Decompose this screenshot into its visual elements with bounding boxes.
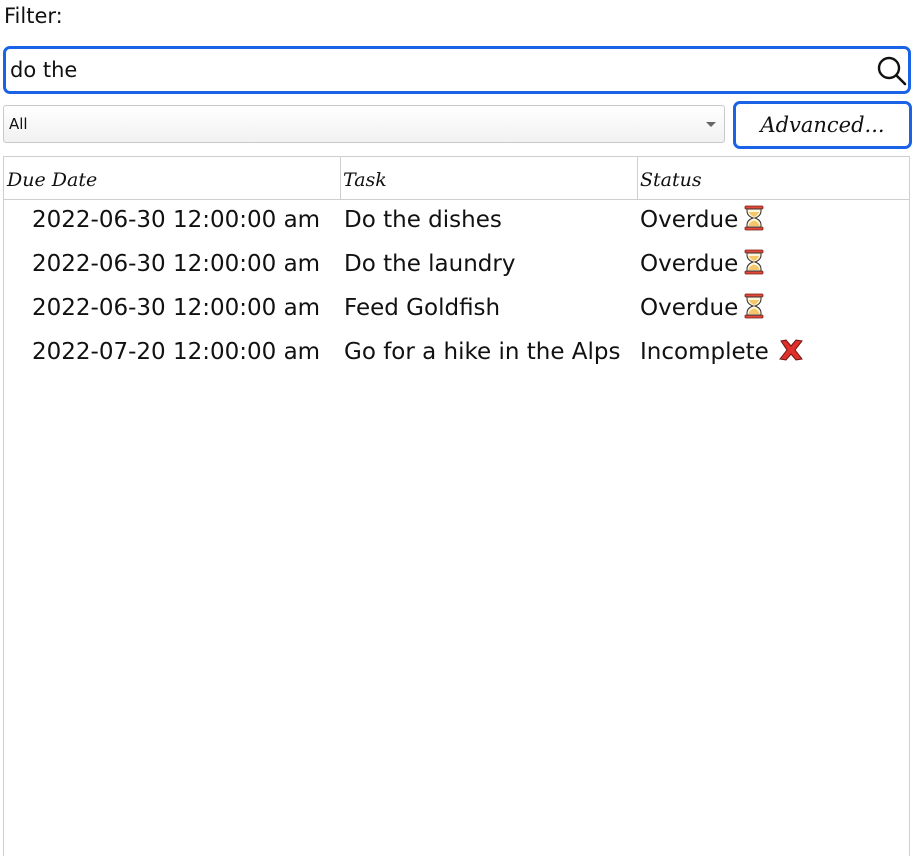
hourglass-icon	[744, 293, 764, 318]
hourglass-icon	[744, 205, 764, 230]
filter-label: Filter:	[4, 4, 63, 28]
status-cell: Overdue	[640, 287, 908, 331]
search-icon[interactable]	[876, 55, 908, 87]
status-text: Incomplete	[640, 339, 769, 365]
status-cell: Overdue	[640, 199, 908, 243]
status-text: Overdue	[640, 207, 739, 233]
table-row[interactable]: 2022-06-30 12:00:00 am Feed Goldfish Ove…	[4, 287, 909, 331]
task-cell: Do the dishes	[344, 207, 502, 233]
category-dropdown[interactable]: All	[3, 105, 725, 143]
advanced-button[interactable]: Advanced...	[733, 101, 912, 149]
due-date-cell: 2022-06-30 12:00:00 am	[32, 251, 321, 277]
table-header: Due Date Task Status	[4, 157, 909, 200]
status-text: Overdue	[640, 295, 739, 321]
table-row[interactable]: 2022-07-20 12:00:00 am Go for a hike in …	[4, 331, 909, 375]
dropdown-selected-value: All	[9, 115, 28, 133]
column-header-task[interactable]: Task	[340, 157, 637, 199]
status-cell: Incomplete	[640, 331, 908, 375]
task-cell: Go for a hike in the Alps	[344, 339, 621, 365]
task-cell: Do the laundry	[344, 251, 516, 277]
status-cell: Overdue	[640, 243, 908, 287]
tasks-table: Due Date Task Status 2022-06-30 12:00:00…	[3, 156, 910, 856]
due-date-cell: 2022-06-30 12:00:00 am	[32, 295, 321, 321]
column-header-due-date[interactable]: Due Date	[4, 157, 340, 199]
cross-mark-icon	[778, 338, 803, 361]
search-box[interactable]	[3, 46, 911, 94]
hourglass-icon	[744, 249, 764, 274]
task-cell: Feed Goldfish	[344, 295, 501, 321]
column-header-status[interactable]: Status	[637, 157, 909, 199]
search-input[interactable]	[10, 49, 870, 91]
chevron-down-icon	[706, 122, 716, 127]
due-date-cell: 2022-07-20 12:00:00 am	[32, 339, 321, 365]
table-row[interactable]: 2022-06-30 12:00:00 am Do the laundry Ov…	[4, 243, 909, 287]
due-date-cell: 2022-06-30 12:00:00 am	[32, 207, 321, 233]
table-row[interactable]: 2022-06-30 12:00:00 am Do the dishes Ove…	[4, 199, 909, 243]
status-text: Overdue	[640, 251, 739, 277]
